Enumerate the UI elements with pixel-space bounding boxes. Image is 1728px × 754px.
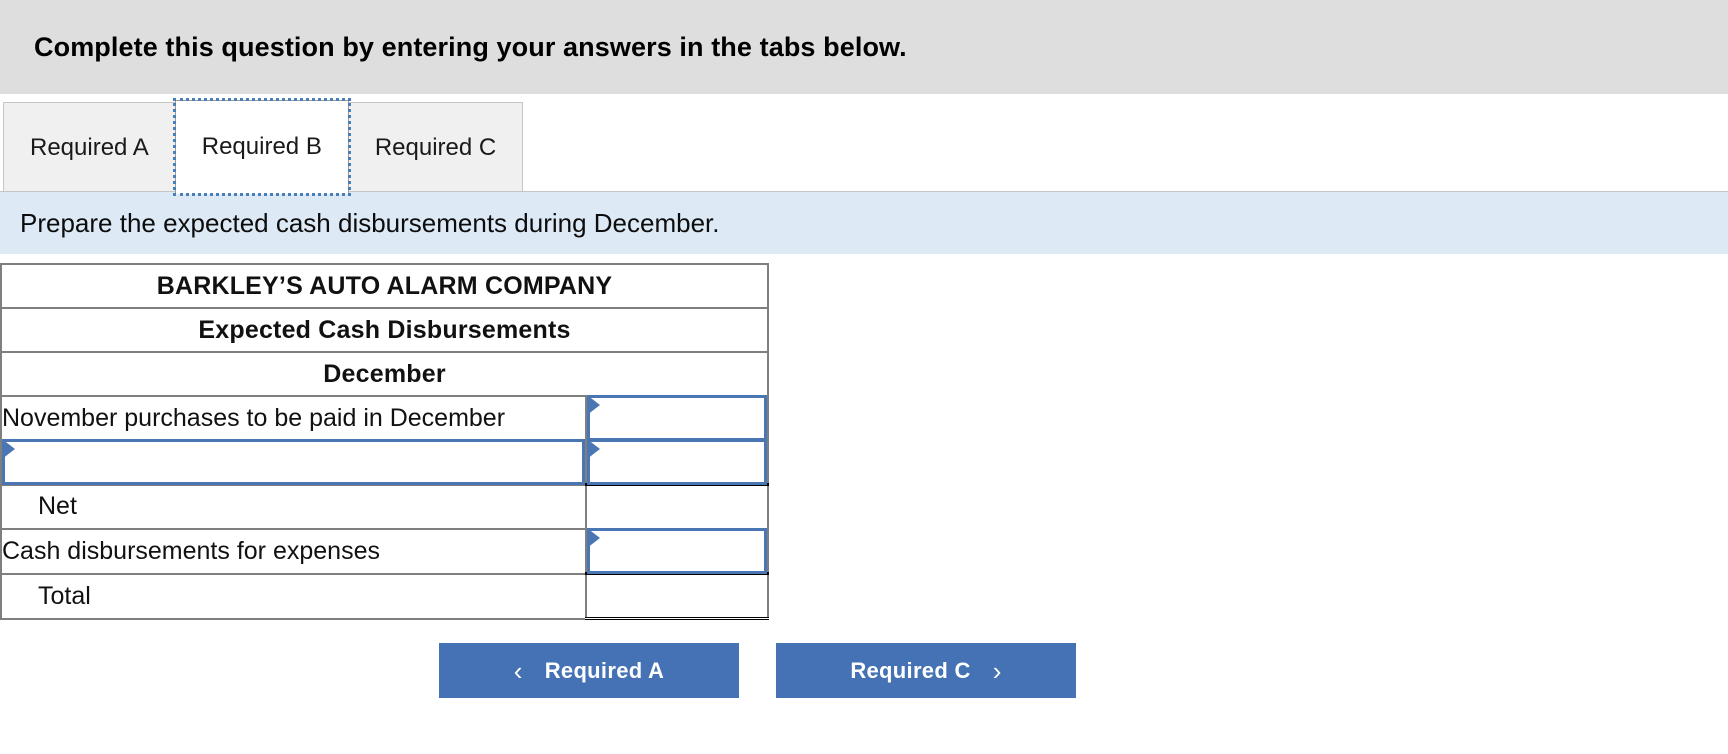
tab-required-a-label: Required A [30, 133, 149, 161]
tab-strip-container: Required A Required B Required C [0, 94, 1728, 196]
tab-required-b[interactable]: Required B [172, 98, 351, 196]
input-blank-row-label[interactable] [2, 439, 585, 486]
chevron-right-icon: › [992, 655, 1002, 686]
table-row: November purchases to be paid in Decembe… [0, 395, 769, 441]
table-row: Cash disbursements for expenses [0, 528, 769, 575]
navigation-button-row: ‹ Required A Required C › [0, 643, 1728, 698]
tab-required-a[interactable]: Required A [3, 102, 176, 192]
worksheet-statement-subtitle: Expected Cash Disbursements [0, 307, 769, 353]
row-label-blank-cell [0, 439, 587, 486]
worksheet-company-title: BARKLEY’S AUTO ALARM COMPANY [0, 263, 769, 309]
task-instruction-text: Prepare the expected cash disbursements … [20, 207, 720, 238]
row-value-net [585, 483, 769, 530]
tab-required-c-label: Required C [374, 133, 497, 161]
row-value-total [585, 572, 769, 620]
input-november-purchases-value[interactable] [587, 395, 767, 441]
next-required-c-label: Required C [850, 657, 971, 683]
table-row: Total [0, 572, 769, 620]
row-label-net: Net [0, 483, 587, 530]
row-value-november-purchases-cell [585, 395, 769, 441]
table-row [0, 439, 769, 486]
table-row: Net [0, 483, 769, 530]
worksheet-area: BARKLEY’S AUTO ALARM COMPANY Expected Ca… [0, 254, 1728, 620]
input-cash-disbursements-expenses-value[interactable] [587, 528, 767, 574]
input-blank-row-value[interactable] [587, 439, 767, 485]
tab-required-c[interactable]: Required C [347, 102, 524, 192]
row-label-november-purchases: November purchases to be paid in Decembe… [0, 395, 587, 441]
row-label-total: Total [0, 572, 587, 620]
chevron-left-icon: ‹ [513, 655, 523, 686]
task-instruction-banner: Prepare the expected cash disbursements … [0, 192, 1728, 254]
row-label-cash-disbursements-expenses: Cash disbursements for expenses [0, 528, 587, 575]
tab-required-b-label: Required B [201, 133, 322, 160]
tab-strip: Required A Required B Required C [3, 98, 524, 196]
worksheet-period-label: December [0, 351, 769, 397]
worksheet-title-row: BARKLEY’S AUTO ALARM COMPANY [0, 263, 769, 309]
next-required-c-button[interactable]: Required C › [776, 643, 1076, 698]
worksheet-period-row: December [0, 351, 769, 397]
row-value-blank-cell [585, 439, 769, 486]
row-value-cash-disbursements-expenses-cell [585, 528, 769, 575]
question-instruction-text: Complete this question by entering your … [34, 31, 907, 62]
previous-required-a-label: Required A [544, 657, 665, 683]
worksheet-subtitle-row: Expected Cash Disbursements [0, 307, 769, 353]
previous-required-a-button[interactable]: ‹ Required A [439, 643, 739, 698]
cash-disbursements-worksheet: BARKLEY’S AUTO ALARM COMPANY Expected Ca… [0, 263, 769, 620]
question-instruction-banner: Complete this question by entering your … [0, 0, 1728, 94]
